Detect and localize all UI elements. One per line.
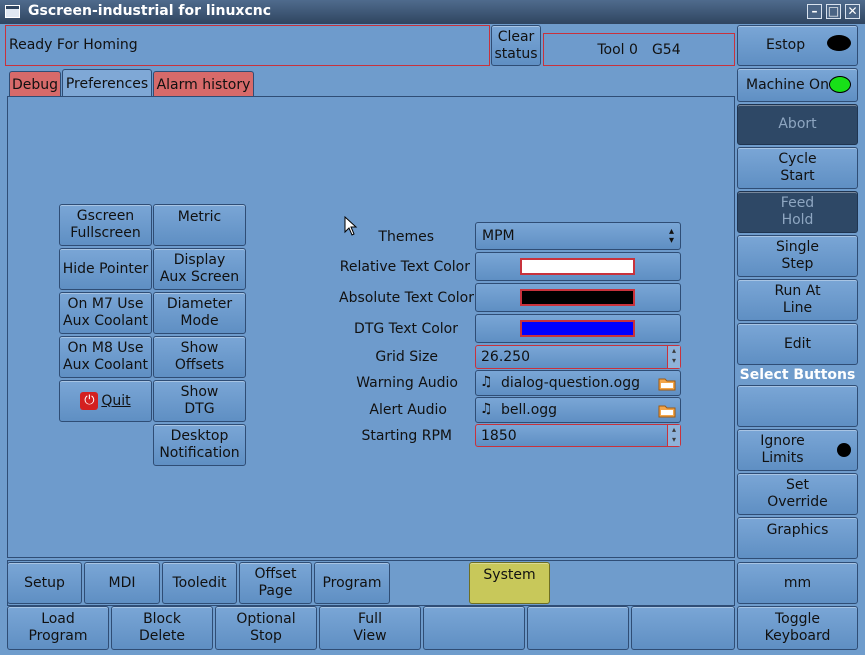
optional-stop-button[interactable]: Optional Stop	[215, 606, 317, 650]
machine-on-label: Machine On	[746, 76, 829, 93]
single-step-button[interactable]: Single Step	[737, 235, 858, 277]
spin-buttons-icon[interactable]: ▴ ▾	[667, 346, 680, 368]
bottom-empty-button-3[interactable]	[631, 606, 735, 650]
spin-buttons-icon[interactable]: ▴ ▾	[667, 425, 680, 446]
dtg-color-swatch	[520, 320, 635, 337]
window-title: Gscreen-industrial for linuxcnc	[28, 3, 272, 19]
mode-setup-button[interactable]: Setup	[7, 562, 82, 604]
set-override-button[interactable]: Set Override	[737, 473, 858, 515]
diameter-mode-button[interactable]: Diameter Mode	[153, 292, 246, 334]
bottom-empty-button-2[interactable]	[527, 606, 629, 650]
starting-rpm-label: Starting RPM	[361, 428, 452, 444]
desktop-notification-button[interactable]: Desktop Notification	[153, 424, 246, 466]
mode-tooledit-button[interactable]: Tooledit	[162, 562, 237, 604]
fullscreen-button[interactable]: Gscreen Fullscreen	[59, 204, 152, 246]
cycle-start-button[interactable]: Cycle Start	[737, 147, 858, 189]
select-buttons-header: Select Buttons	[739, 367, 856, 383]
abort-button[interactable]: Abort	[737, 104, 858, 145]
music-note-icon: ♫	[480, 374, 493, 390]
themes-label: Themes	[378, 229, 434, 245]
relative-color-button[interactable]	[475, 252, 681, 281]
themes-select[interactable]: MPM ▴ ▾	[475, 222, 681, 250]
machine-on-button[interactable]: Machine On	[737, 68, 858, 102]
updown-icon: ▴ ▾	[668, 226, 674, 246]
mode-program-button[interactable]: Program	[314, 562, 390, 604]
status-message: Ready For Homing	[5, 25, 490, 66]
warning-audio-value: dialog-question.ogg	[501, 375, 641, 391]
absolute-color-button[interactable]	[475, 283, 681, 312]
alert-audio-chooser[interactable]: ♫ bell.ogg	[475, 397, 681, 423]
absolute-color-swatch	[520, 289, 635, 306]
window-titlebar: Gscreen-industrial for linuxcnc – □ ✕	[0, 0, 865, 24]
mode-system-button[interactable]: System	[469, 562, 550, 604]
display-aux-screen-button[interactable]: Display Aux Screen	[153, 248, 246, 290]
power-icon: ⏻	[80, 392, 99, 410]
dtg-color-label: DTG Text Color	[354, 321, 458, 337]
hide-pointer-button[interactable]: Hide Pointer	[59, 248, 152, 290]
show-offsets-button[interactable]: Show Offsets	[153, 336, 246, 378]
estop-button[interactable]: Estop	[737, 25, 858, 66]
tool-status: Tool 0 G54	[543, 33, 735, 66]
quit-button[interactable]: ⏻ Quit	[59, 380, 152, 422]
edit-button[interactable]: Edit	[737, 323, 858, 365]
show-dtg-button[interactable]: Show DTG	[153, 380, 246, 422]
toggle-keyboard-button[interactable]: Toggle Keyboard	[737, 606, 858, 650]
clear-status-button[interactable]: Clear status	[491, 25, 541, 66]
m7-aux-coolant-button[interactable]: On M7 Use Aux Coolant	[59, 292, 152, 334]
bottom-empty-button-1[interactable]	[423, 606, 525, 650]
tab-debug[interactable]: Debug	[9, 71, 61, 97]
load-program-button[interactable]: Load Program	[7, 606, 109, 650]
tab-alarm-history[interactable]: Alarm history	[153, 71, 254, 97]
ignore-limits-button[interactable]: Ignore Limits	[737, 429, 858, 471]
mode-mdi-button[interactable]: MDI	[84, 562, 160, 604]
relative-color-swatch	[520, 258, 635, 275]
tab-preferences[interactable]: Preferences	[62, 69, 152, 97]
units-button[interactable]: mm	[737, 562, 858, 604]
coord-system: G54	[651, 41, 681, 58]
folder-icon[interactable]	[656, 400, 678, 420]
run-at-line-button[interactable]: Run At Line	[737, 279, 858, 321]
ignore-limits-label: Ignore Limits	[760, 433, 805, 466]
mode-offset-page-button[interactable]: Offset Page	[239, 562, 312, 604]
relative-color-label: Relative Text Color	[339, 259, 470, 275]
estop-indicator	[827, 35, 851, 51]
alert-audio-label: Alert Audio	[369, 402, 447, 418]
tool-number: Tool 0	[597, 41, 638, 58]
estop-label: Estop	[766, 37, 806, 53]
warning-audio-chooser[interactable]: ♫ dialog-question.ogg	[475, 370, 681, 396]
minimize-icon[interactable]: –	[807, 4, 822, 19]
close-icon[interactable]: ✕	[845, 4, 860, 19]
quit-label: Quit	[101, 392, 131, 409]
warning-audio-label: Warning Audio	[356, 375, 458, 391]
metric-button[interactable]: Metric	[153, 204, 246, 246]
graphics-button[interactable]: Graphics	[737, 517, 858, 559]
maximize-icon[interactable]: □	[826, 4, 841, 19]
starting-rpm-input[interactable]: 1850 ▴ ▾	[475, 424, 681, 447]
themes-value: MPM	[482, 228, 515, 244]
starting-rpm-value: 1850	[481, 428, 517, 444]
block-delete-button[interactable]: Block Delete	[111, 606, 213, 650]
grid-size-label: Grid Size	[375, 349, 438, 365]
full-view-button[interactable]: Full View	[319, 606, 421, 650]
dtg-color-button[interactable]	[475, 314, 681, 343]
grid-size-input[interactable]: 26.250 ▴ ▾	[475, 345, 681, 369]
grid-size-value: 26.250	[481, 349, 530, 365]
window-menu-icon[interactable]	[5, 5, 20, 18]
machine-on-indicator	[829, 76, 851, 93]
folder-icon[interactable]	[656, 373, 678, 393]
ignore-limits-indicator	[837, 443, 851, 457]
absolute-color-label: Absolute Text Color	[339, 290, 474, 306]
select-button-empty[interactable]	[737, 385, 858, 427]
m8-aux-coolant-button[interactable]: On M8 Use Aux Coolant	[59, 336, 152, 378]
music-note-icon: ♫	[480, 401, 493, 417]
feed-hold-button[interactable]: Feed Hold	[737, 191, 858, 233]
alert-audio-value: bell.ogg	[501, 402, 558, 418]
